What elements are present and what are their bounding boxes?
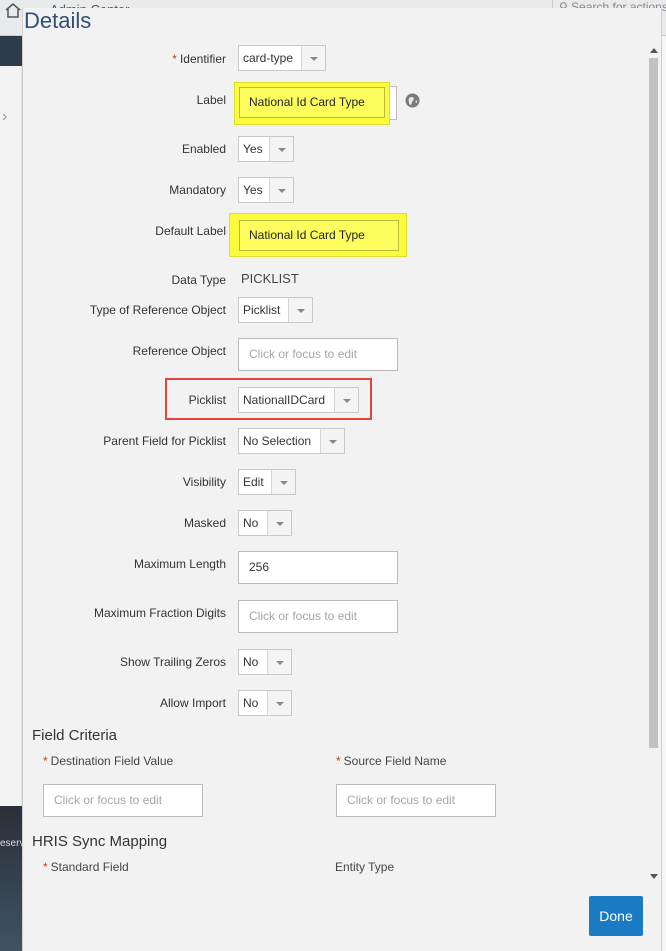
mandatory-label: Mandatory	[169, 183, 226, 197]
masked-select[interactable]: No	[238, 510, 292, 536]
destination-field-value-label: * Destination Field Value	[43, 754, 174, 768]
label-input-edge	[390, 86, 397, 120]
details-dialog: Details * Identifier card-type Label Nati…	[22, 8, 662, 951]
chevron-down-icon[interactable]	[269, 178, 293, 202]
chevron-down-icon[interactable]	[334, 388, 358, 412]
entity-type-label: Entity Type	[335, 860, 395, 874]
type-of-reference-object-value: Picklist	[243, 303, 281, 317]
home-icon[interactable]	[4, 2, 22, 18]
show-trailing-zeros-value: No	[243, 655, 259, 669]
allow-import-value: No	[243, 696, 259, 710]
chevron-down-icon[interactable]	[301, 46, 325, 70]
maximum-length-label: Maximum Length	[133, 557, 226, 571]
chevron-down-icon[interactable]	[320, 429, 344, 453]
parent-field-for-picklist-label: Parent Field for Picklist	[103, 434, 226, 448]
label-field-label: Label	[196, 93, 226, 107]
dialog-title: Details	[24, 8, 92, 33]
parent-field-for-picklist-select[interactable]: No Selection	[238, 428, 345, 454]
data-type-label: Data Type	[171, 273, 226, 287]
default-label-field-label: Default Label	[155, 224, 226, 238]
show-trailing-zeros-label: Show Trailing Zeros	[119, 655, 226, 669]
visibility-value: Edit	[243, 475, 264, 489]
allow-import-label: Allow Import	[159, 696, 226, 710]
reference-object-label: Reference Object	[132, 344, 226, 358]
maximum-fraction-digits-input[interactable]: Click or focus to edit	[238, 600, 398, 633]
enabled-label: Enabled	[181, 142, 226, 156]
source-field-name-label: * Source Field Name	[336, 754, 447, 768]
mandatory-value: Yes	[243, 183, 263, 197]
default-label-input[interactable]: National Id Card Type	[239, 220, 399, 251]
chevron-right-icon[interactable]: ›	[2, 108, 7, 126]
left-banner	[0, 36, 22, 66]
data-type-value: PICKLIST	[241, 271, 299, 286]
type-of-reference-object-select[interactable]: Picklist	[238, 297, 313, 323]
picklist-label: Picklist	[188, 393, 226, 407]
picklist-select[interactable]: NationalIDCard	[238, 387, 359, 413]
chevron-down-icon[interactable]	[267, 691, 291, 715]
standard-field-label: * Standard Field	[43, 860, 129, 874]
chevron-down-icon[interactable]	[267, 650, 291, 674]
left-panel	[0, 36, 22, 806]
maximum-length-input[interactable]: 256	[238, 551, 398, 584]
footer-image	[0, 806, 22, 951]
scroll-up-arrow-icon[interactable]	[650, 48, 658, 53]
label-input[interactable]: National Id Card Type	[239, 87, 385, 118]
chevron-down-icon[interactable]	[269, 137, 293, 161]
masked-value: No	[243, 516, 259, 530]
mandatory-select[interactable]: Yes	[238, 177, 294, 203]
show-trailing-zeros-select[interactable]: No	[238, 649, 292, 675]
identifier-select[interactable]: card-type	[238, 45, 326, 71]
identifier-value: card-type	[243, 51, 294, 65]
scroll-down-arrow-icon[interactable]	[650, 874, 658, 879]
parent-field-for-picklist-value: No Selection	[243, 434, 312, 448]
enabled-select[interactable]: Yes	[238, 136, 294, 162]
source-field-name-input[interactable]: Click or focus to edit	[336, 784, 496, 817]
scrollbar-thumb[interactable]	[649, 58, 658, 748]
allow-import-select[interactable]: No	[238, 690, 292, 716]
visibility-label: Visibility	[182, 475, 226, 489]
picklist-value: NationalIDCard	[243, 393, 326, 407]
footer-text: eserv	[0, 838, 25, 849]
chevron-down-icon[interactable]	[288, 298, 312, 322]
type-of-reference-object-label: Type of Reference Object	[89, 303, 226, 317]
label-highlight: National Id Card Type	[234, 82, 390, 125]
field-criteria-heading: Field Criteria	[32, 727, 118, 744]
masked-label: Masked	[183, 516, 226, 530]
reference-object-input[interactable]: Click or focus to edit	[238, 338, 398, 371]
done-button[interactable]: Done	[589, 896, 643, 936]
globe-icon[interactable]	[405, 93, 420, 108]
hris-sync-mapping-heading: HRIS Sync Mapping	[32, 833, 168, 850]
required-marker: *	[172, 52, 177, 66]
maximum-fraction-digits-label: Maximum Fraction Digits	[93, 606, 226, 620]
chevron-down-icon[interactable]	[267, 511, 291, 535]
destination-field-value-input[interactable]: Click or focus to edit	[43, 784, 203, 817]
default-label-highlight: National Id Card Type	[229, 213, 407, 257]
chevron-down-icon[interactable]	[271, 470, 295, 494]
identifier-label: * Identifier	[172, 52, 226, 66]
enabled-value: Yes	[243, 142, 263, 156]
visibility-select[interactable]: Edit	[238, 469, 296, 495]
